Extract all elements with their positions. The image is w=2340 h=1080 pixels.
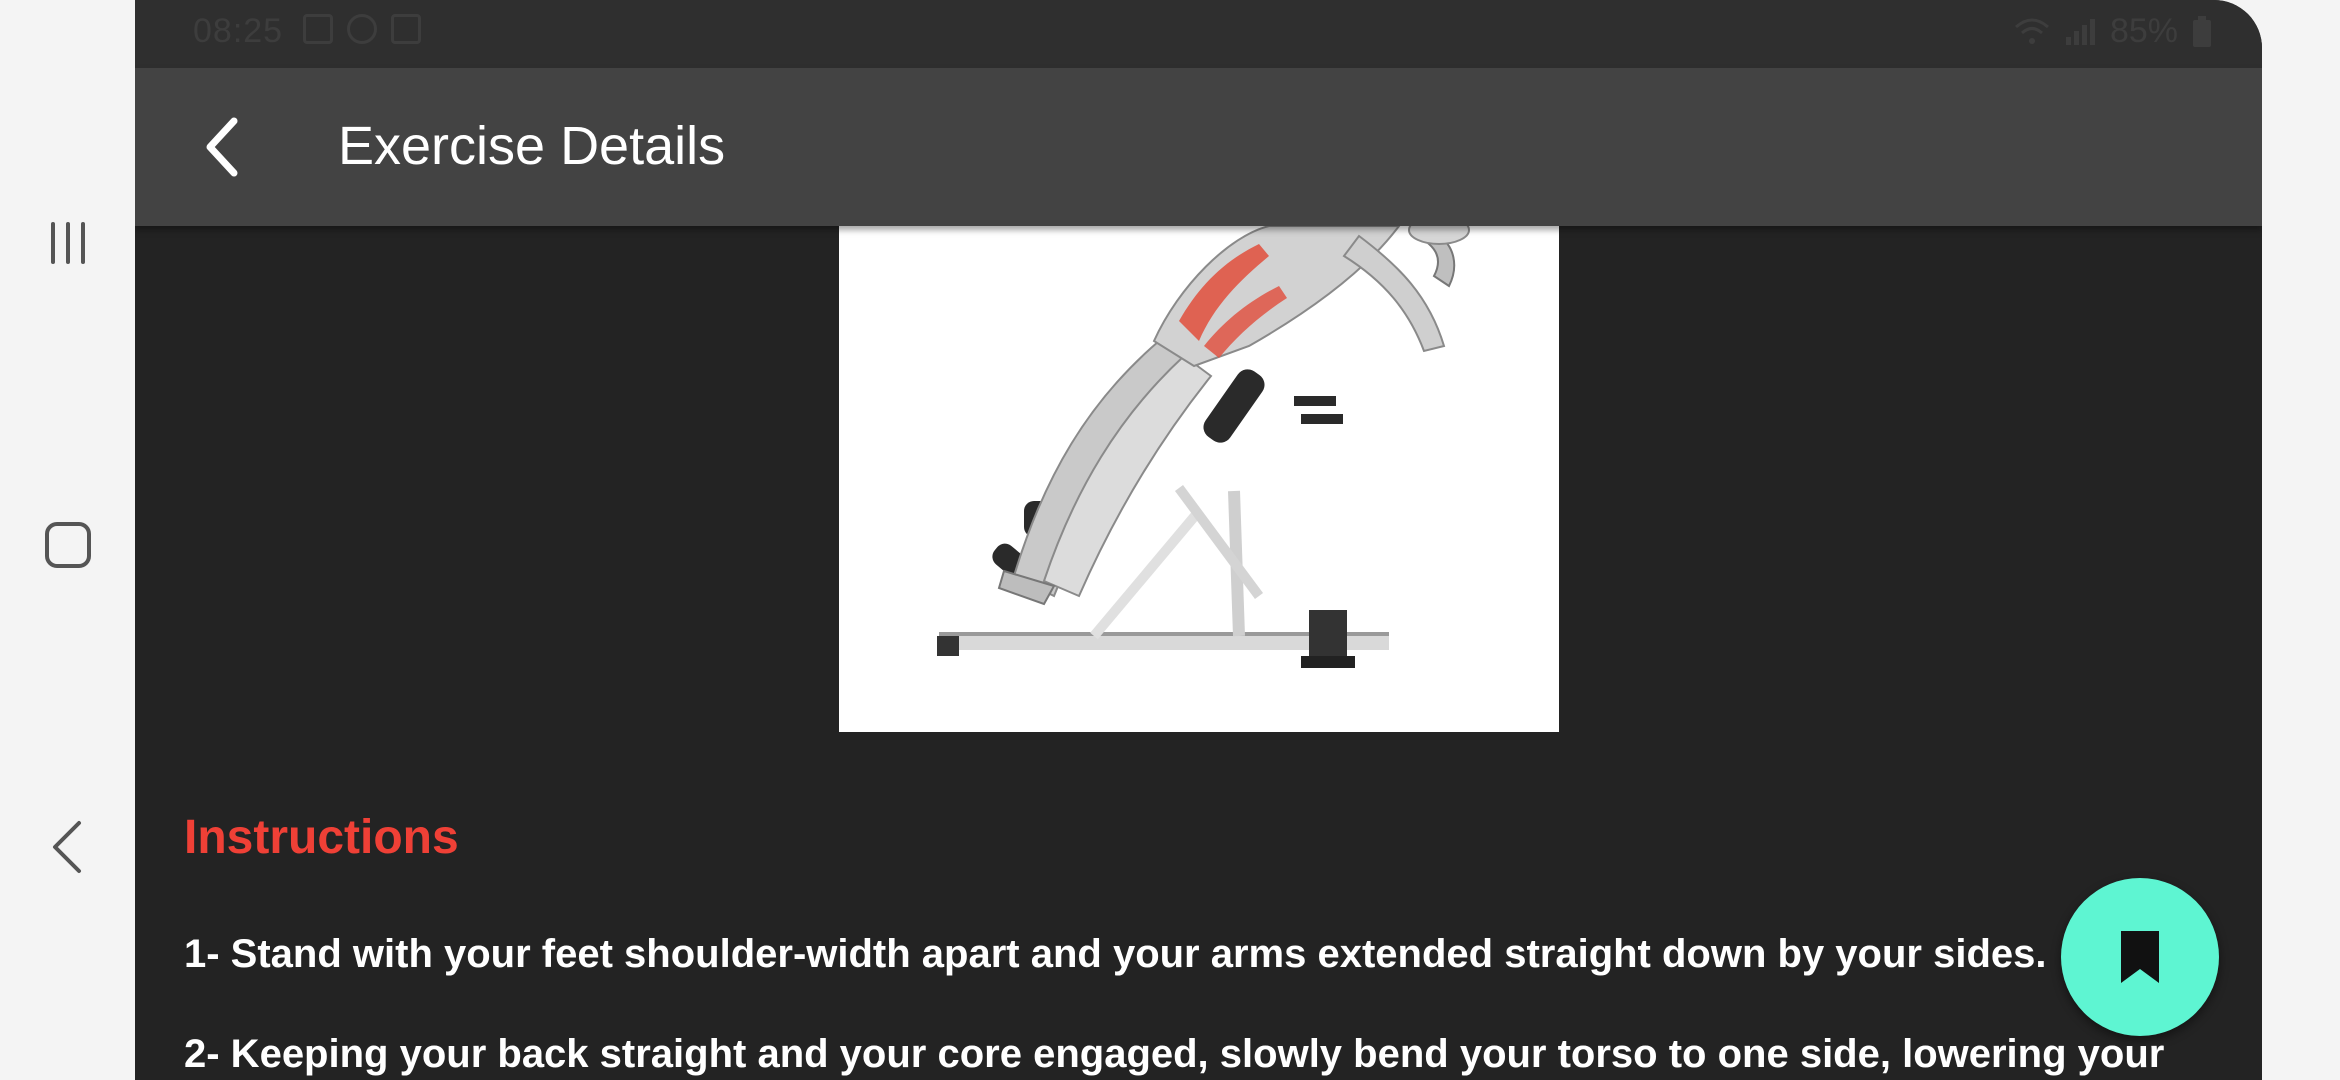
back-button[interactable] — [187, 112, 257, 182]
system-navigation-bar — [0, 0, 135, 1080]
exercise-details-content: Instructions 1- Stand with your feet sho… — [135, 226, 2262, 1080]
battery-percent: 85% — [2109, 12, 2178, 50]
status-time: 08:25 — [193, 12, 284, 50]
recents-button[interactable] — [0, 198, 135, 288]
home-button[interactable] — [0, 500, 135, 590]
home-icon — [44, 522, 91, 568]
signal-icon — [2065, 18, 2095, 45]
app-bar: Exercise Details — [135, 68, 2262, 226]
status-bar: 08:25 85% — [135, 0, 2262, 68]
system-back-button[interactable] — [0, 802, 135, 892]
instructions-heading: Instructions — [184, 811, 459, 864]
check-notification-icon — [391, 14, 421, 44]
instruction-step: 1- Stand with your feet shoulder-width a… — [184, 932, 2047, 976]
status-right: 85% — [2014, 12, 2212, 51]
wifi-icon — [2014, 18, 2049, 44]
bookmark-icon — [2121, 931, 2159, 983]
exercise-illustration — [839, 226, 1559, 732]
instruction-step: 2- Keeping your back straight and your c… — [184, 1032, 2165, 1076]
image-notification-icon — [303, 14, 333, 44]
page-title: Exercise Details — [338, 116, 726, 176]
battery-icon — [2193, 15, 2211, 47]
chevron-left-icon — [206, 117, 238, 177]
app-notification-icon — [347, 14, 377, 44]
back-icon — [52, 821, 81, 873]
notification-icons — [303, 14, 421, 44]
app-screen: 08:25 85% Exercise Details Instructions … — [135, 0, 2262, 1080]
recents-icon — [50, 222, 85, 264]
bookmark-button[interactable] — [2061, 878, 2219, 1036]
